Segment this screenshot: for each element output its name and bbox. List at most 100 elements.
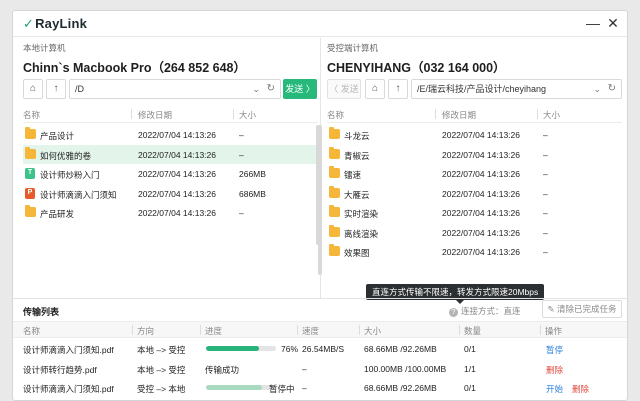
column-size[interactable]: 大小 — [543, 109, 560, 121]
file-row[interactable]: 效果图 2022/07/04 14:13:26 – — [327, 242, 622, 262]
file-name: 设计师滴滴入门须知 — [40, 189, 117, 200]
folder-icon — [329, 127, 340, 139]
column-direction[interactable]: 方向 — [137, 325, 154, 337]
folder-icon — [329, 185, 340, 198]
folder-icon — [25, 205, 36, 217]
column-name[interactable]: 名称 — [327, 109, 344, 121]
column-separator — [459, 325, 460, 335]
local-host-name: Chinn`s Macbook Pro（264 852 648） — [23, 61, 246, 75]
file-date: 2022/07/04 14:13:26 — [442, 247, 520, 257]
transfer-file-name: 设计师转行趋势.pdf — [23, 364, 97, 375]
minimize-button[interactable]: — — [585, 15, 601, 31]
file-row[interactable]: 产品研发 2022/07/04 14:13:26 – — [23, 203, 318, 223]
file-size: 686MB — [239, 188, 266, 199]
delete-button[interactable]: 删除 — [572, 383, 589, 395]
progress-bar — [206, 346, 276, 351]
file-row[interactable]: T 设计师炒粉入门 2022/07/04 14:13:26 266MB — [23, 164, 318, 184]
file-row[interactable]: 斗龙云 2022/07/04 14:13:26 – — [327, 125, 622, 145]
transfer-row: 设计师转行趋势.pdf 本地 –> 受控 传输成功 – 100.00MB /100.00… — [13, 359, 627, 379]
file-date: 2022/07/04 14:13:26 — [442, 130, 520, 140]
file-date: 2022/07/04 14:13:26 — [138, 188, 216, 199]
file-row[interactable]: 镭速 2022/07/04 14:13:26 – — [327, 164, 622, 184]
transfer-count: 0/1 — [464, 383, 476, 393]
chevron-down-icon[interactable]: ⌄ — [593, 80, 601, 98]
file-name: 产品设计 — [40, 131, 75, 141]
file-row[interactable]: 产品设计 2022/07/04 14:13:26 – — [23, 125, 318, 145]
file-size: – — [543, 227, 548, 238]
clear-completed-button[interactable]: ✎ 清除已完成任务 — [542, 300, 622, 318]
column-name[interactable]: 名称 — [23, 325, 40, 337]
raylink-logo-icon: ✓ — [23, 16, 35, 31]
remote-scrollbar[interactable] — [318, 125, 322, 275]
remote-file-header: 名称 修改日期 大小 — [327, 105, 622, 123]
transfer-size: 68.66MB /92.26MB — [364, 344, 437, 354]
remote-send-back-button[interactable]: 〈 发送 — [327, 79, 361, 99]
file-name: 斗龙云 — [344, 131, 370, 141]
file-date: 2022/07/04 14:13:26 — [442, 188, 520, 199]
file-size: – — [239, 149, 244, 160]
local-home-button[interactable]: ⌂ — [23, 79, 43, 99]
file-row[interactable]: 实时渲染 2022/07/04 14:13:26 – — [327, 203, 622, 223]
progress-bar — [206, 385, 276, 390]
file-name: 效果图 — [344, 248, 370, 258]
file-row[interactable]: 大雁云 2022/07/04 14:13:26 – — [327, 184, 622, 204]
folder-icon — [25, 127, 36, 139]
transfer-count: 1/1 — [464, 363, 476, 374]
file-name: 设计师炒粉入门 — [40, 170, 100, 180]
remote-host-header: 受控端计算机 CHENYIHANG（032 164 000） — [327, 38, 622, 76]
remote-up-button[interactable]: ↑ — [388, 79, 408, 99]
file-date: 2022/07/04 14:13:26 — [138, 169, 216, 179]
arrow-up-icon: ↑ — [395, 83, 401, 94]
file-date: 2022/07/04 14:13:26 — [138, 208, 216, 218]
file-name: 离线渲染 — [344, 228, 379, 239]
file-row[interactable]: 如何优雅的卷 2022/07/04 14:13:26 – — [23, 144, 318, 164]
remote-path-input[interactable]: /E/瑞云科技/产品设计/cheyihang ⌄ ↻ — [411, 79, 622, 99]
column-actions[interactable]: 操作 — [545, 325, 562, 337]
file-size: – — [543, 188, 548, 199]
file-size: – — [543, 247, 548, 257]
column-speed[interactable]: 速度 — [302, 325, 319, 337]
file-date: 2022/07/04 14:13:26 — [138, 149, 216, 160]
help-icon[interactable]: ? — [449, 308, 458, 317]
file-row[interactable]: 青椒云 2022/07/04 14:13:26 – — [327, 145, 622, 165]
start-button[interactable]: 开始 — [546, 383, 563, 395]
transfer-file-name: 设计师滴滴入门须知.pdf — [23, 384, 114, 394]
progress-text: 暂停中 — [269, 384, 295, 394]
remote-path-text: /E/瑞云科技/产品设计/cheyihang — [417, 84, 547, 94]
send-button[interactable]: 发送 〉 — [283, 79, 317, 99]
pause-button[interactable]: 暂停 — [546, 344, 563, 356]
column-date[interactable]: 修改日期 — [138, 109, 172, 121]
local-up-button[interactable]: ↑ — [46, 79, 66, 99]
transfer-direction: 本地 –> 受控 — [137, 345, 186, 355]
file-row[interactable]: P 设计师滴滴入门须知 2022/07/04 14:13:26 686MB — [23, 184, 318, 204]
progress-text: 76% — [281, 344, 299, 354]
file-name: 大雁云 — [344, 189, 370, 200]
file-name: 实时渲染 — [344, 209, 379, 219]
chevron-down-icon[interactable]: ⌄ — [252, 80, 260, 98]
connection-mode-label: 连接方式：直连 — [461, 306, 521, 316]
connection-mode[interactable]: ? 连接方式：直连 — [449, 305, 521, 317]
column-count[interactable]: 数量 — [464, 325, 481, 337]
column-name[interactable]: 名称 — [23, 109, 40, 121]
remote-host-name: CHENYIHANG（032 164 000） — [327, 61, 506, 75]
column-separator — [540, 325, 541, 335]
file-size: – — [239, 130, 244, 140]
transfer-file-name: 设计师滴滴入门须知.pdf — [23, 345, 114, 355]
column-separator — [131, 109, 132, 119]
column-date[interactable]: 修改日期 — [442, 109, 476, 121]
ppt-file-icon: P — [25, 187, 35, 199]
refresh-icon[interactable]: ↻ — [608, 80, 616, 98]
delete-button[interactable]: 删除 — [546, 364, 563, 376]
column-progress[interactable]: 进度 — [205, 325, 222, 337]
file-name: 青椒云 — [344, 150, 370, 161]
refresh-icon[interactable]: ↻ — [267, 80, 275, 98]
file-row[interactable]: 离线渲染 2022/07/04 14:13:26 – — [327, 223, 622, 243]
close-button[interactable]: ✕ — [605, 15, 621, 31]
column-size[interactable]: 大小 — [364, 325, 381, 337]
file-date: 2022/07/04 14:13:26 — [442, 169, 520, 179]
column-size[interactable]: 大小 — [239, 109, 256, 121]
local-path-input[interactable]: /D ⌄ ↻ — [69, 79, 281, 99]
text-file-icon: T — [25, 168, 35, 179]
transfer-row: 设计师滴滴入门须知.pdf 本地 –> 受控 76% 26.54MB/S 68.66MB… — [13, 339, 627, 359]
remote-home-button[interactable]: ⌂ — [365, 79, 385, 99]
